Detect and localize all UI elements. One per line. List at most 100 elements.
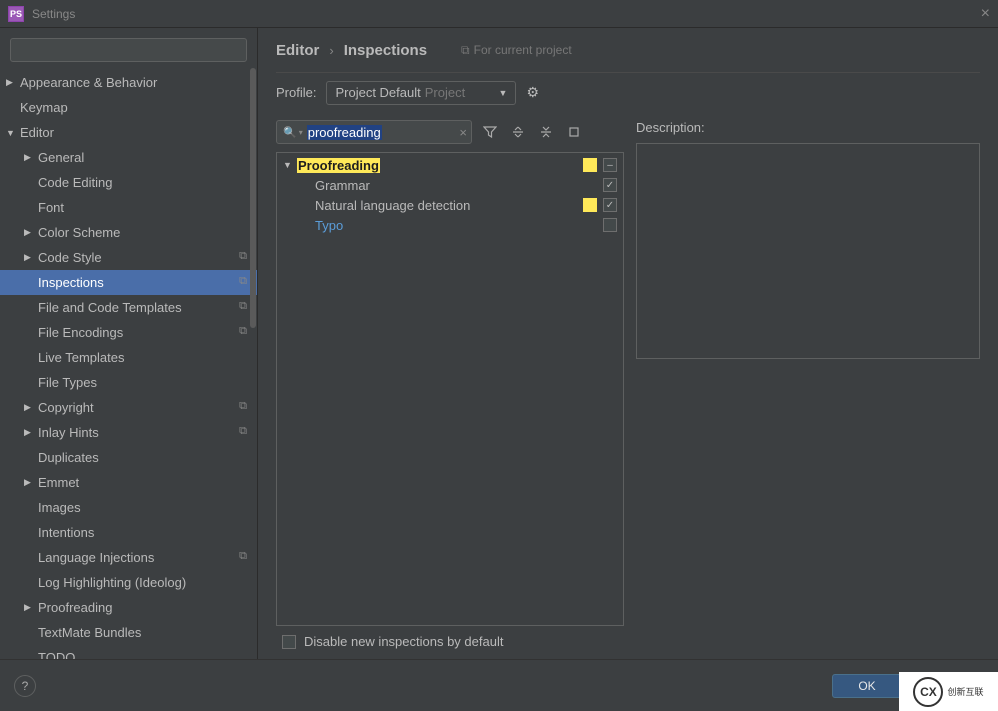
sidebar-item-appearance-behavior[interactable]: ▶ Appearance & Behavior (0, 70, 257, 95)
sidebar-item-duplicates[interactable]: Duplicates (0, 445, 257, 470)
copy-icon: ⧉ (239, 300, 247, 313)
sidebar-item-label: Duplicates (38, 450, 99, 465)
copy-icon: ⧉ (461, 43, 470, 58)
settings-tree[interactable]: ▶ Appearance & Behavior Keymap ▼Editor ▶ Gene… (0, 70, 257, 659)
sidebar-item-label: Live Templates (38, 350, 124, 365)
sidebar-item-label: Keymap (20, 100, 68, 115)
scope-label: ⧉ For current project (461, 43, 572, 58)
expand-all-icon[interactable] (508, 122, 528, 142)
inspection-checkbox[interactable]: ✓ (603, 178, 617, 192)
sidebar-item-file-encodings[interactable]: File Encodings ⧉ (0, 320, 257, 345)
chevron-right-icon[interactable]: ▶ (6, 77, 13, 88)
breadcrumb-parent[interactable]: Editor (276, 42, 319, 59)
sidebar-item-label: Log Highlighting (Ideolog) (38, 575, 186, 590)
copy-icon: ⧉ (239, 400, 247, 413)
settings-sidebar: 🔍 ▾ ▶Appearance & BehaviorKeymap▼Editor▶… (0, 28, 258, 659)
sidebar-item-images[interactable]: Images (0, 495, 257, 520)
profile-select[interactable]: Project Default Project ▼ (326, 81, 516, 105)
sidebar-item-editor[interactable]: ▼Editor (0, 120, 257, 145)
sidebar-item-todo[interactable]: TODO (0, 645, 257, 659)
sidebar-item-color-scheme[interactable]: ▶ Color Scheme (0, 220, 257, 245)
search-dropdown-icon[interactable]: ▾ (299, 128, 303, 137)
sidebar-item-label: General (38, 150, 84, 165)
sidebar-item-intentions[interactable]: Intentions (0, 520, 257, 545)
sidebar-item-general[interactable]: ▶ General (0, 145, 257, 170)
clear-icon[interactable]: × (459, 125, 467, 140)
disable-new-checkbox[interactable] (282, 635, 296, 649)
inspection-item-typo[interactable]: Typo (277, 215, 623, 235)
sidebar-item-live-templates[interactable]: Live Templates (0, 345, 257, 370)
sidebar-item-file-and-code-templates[interactable]: File and Code Templates ⧉ (0, 295, 257, 320)
sidebar-item-label: Appearance & Behavior (20, 75, 157, 90)
sidebar-item-label: Color Scheme (38, 225, 120, 240)
sidebar-item-language-injections[interactable]: Language Injections ⧉ (0, 545, 257, 570)
inspection-checkbox[interactable]: ✓ (603, 198, 617, 212)
inspection-item-label: Natural language detection (315, 198, 470, 213)
sidebar-item-label: TextMate Bundles (38, 625, 141, 640)
gear-icon[interactable]: ⚙ (526, 84, 539, 101)
sidebar-item-label: File and Code Templates (38, 300, 182, 315)
sidebar-item-label: Inlay Hints (38, 425, 99, 440)
inspection-tree[interactable]: ▼Proofreading–Grammar✓Natural language d… (276, 152, 624, 626)
copy-icon: ⧉ (239, 550, 247, 563)
ok-button[interactable]: OK (832, 674, 902, 698)
sidebar-item-label: Intentions (38, 525, 94, 540)
filter-icon[interactable] (480, 122, 500, 142)
chevron-right-icon[interactable]: ▶ (24, 427, 31, 438)
inspection-item-label: Proofreading (297, 158, 380, 173)
sidebar-item-inlay-hints[interactable]: ▶ Inlay Hints ⧉ (0, 420, 257, 445)
breadcrumb-current: Inspections (344, 42, 427, 59)
sidebar-item-code-editing[interactable]: Code Editing (0, 170, 257, 195)
sidebar-item-label: File Types (38, 375, 97, 390)
sidebar-item-log-highlighting-ideolog-[interactable]: Log Highlighting (Ideolog) (0, 570, 257, 595)
severity-indicator[interactable] (583, 158, 597, 172)
inspection-search[interactable]: 🔍 ▾ proofreading × (276, 120, 472, 144)
sidebar-item-textmate-bundles[interactable]: TextMate Bundles (0, 620, 257, 645)
sidebar-item-keymap[interactable]: Keymap (0, 95, 257, 120)
breadcrumb-separator: › (329, 43, 333, 58)
inspection-checkbox[interactable] (603, 218, 617, 232)
watermark-logo: CX 创新互联 (899, 672, 998, 711)
chevron-down-icon[interactable]: ▼ (283, 160, 297, 170)
sidebar-item-code-style[interactable]: ▶Code Style⧉ (0, 245, 257, 270)
sidebar-item-label: Code Editing (38, 175, 112, 190)
sidebar-item-label: Font (38, 200, 64, 215)
window-title: Settings (32, 7, 75, 21)
help-button[interactable]: ? (14, 675, 36, 697)
sidebar-item-label: TODO (38, 650, 75, 659)
sidebar-item-emmet[interactable]: ▶ Emmet (0, 470, 257, 495)
chevron-right-icon[interactable]: ▶ (24, 402, 31, 413)
collapse-all-icon[interactable] (536, 122, 556, 142)
chevron-down-icon: ▼ (499, 88, 508, 98)
chevron-right-icon[interactable]: ▶ (24, 227, 31, 238)
sidebar-item-inspections[interactable]: Inspections⧉ (0, 270, 257, 295)
chevron-right-icon[interactable]: ▶ (24, 477, 31, 488)
sidebar-item-label: Emmet (38, 475, 79, 490)
chevron-right-icon[interactable]: ▶ (24, 152, 31, 163)
sidebar-item-file-types[interactable]: File Types (0, 370, 257, 395)
sidebar-item-label: File Encodings (38, 325, 123, 340)
severity-indicator[interactable] (583, 198, 597, 212)
close-icon[interactable]: × (981, 5, 990, 23)
sidebar-search-input[interactable] (10, 38, 247, 62)
sidebar-item-label: Inspections (38, 275, 104, 290)
chevron-right-icon[interactable]: ▶ (24, 252, 31, 263)
reset-icon[interactable] (564, 122, 584, 142)
sidebar-item-copyright[interactable]: ▶Copyright⧉ (0, 395, 257, 420)
scrollbar-thumb[interactable] (250, 68, 256, 328)
disable-new-label: Disable new inspections by default (304, 634, 503, 649)
sidebar-item-label: Images (38, 500, 81, 515)
sidebar-item-proofreading[interactable]: ▶Proofreading (0, 595, 257, 620)
inspection-search-value[interactable]: proofreading (307, 125, 382, 140)
inspection-item-natural-language-detection[interactable]: Natural language detection ✓ (277, 195, 623, 215)
sidebar-item-font[interactable]: Font (0, 195, 257, 220)
chevron-right-icon[interactable]: ▶ (24, 602, 31, 613)
button-bar: ? OK Cancel (0, 659, 998, 711)
chevron-down-icon[interactable]: ▼ (6, 128, 15, 138)
inspection-checkbox[interactable]: – (603, 158, 617, 172)
copy-icon: ⧉ (239, 325, 247, 338)
inspection-item-grammar[interactable]: Grammar✓ (277, 175, 623, 195)
inspection-item-proofreading[interactable]: ▼Proofreading – (277, 155, 623, 175)
sidebar-item-label: Language Injections (38, 550, 154, 565)
copy-icon: ⧉ (239, 425, 247, 438)
